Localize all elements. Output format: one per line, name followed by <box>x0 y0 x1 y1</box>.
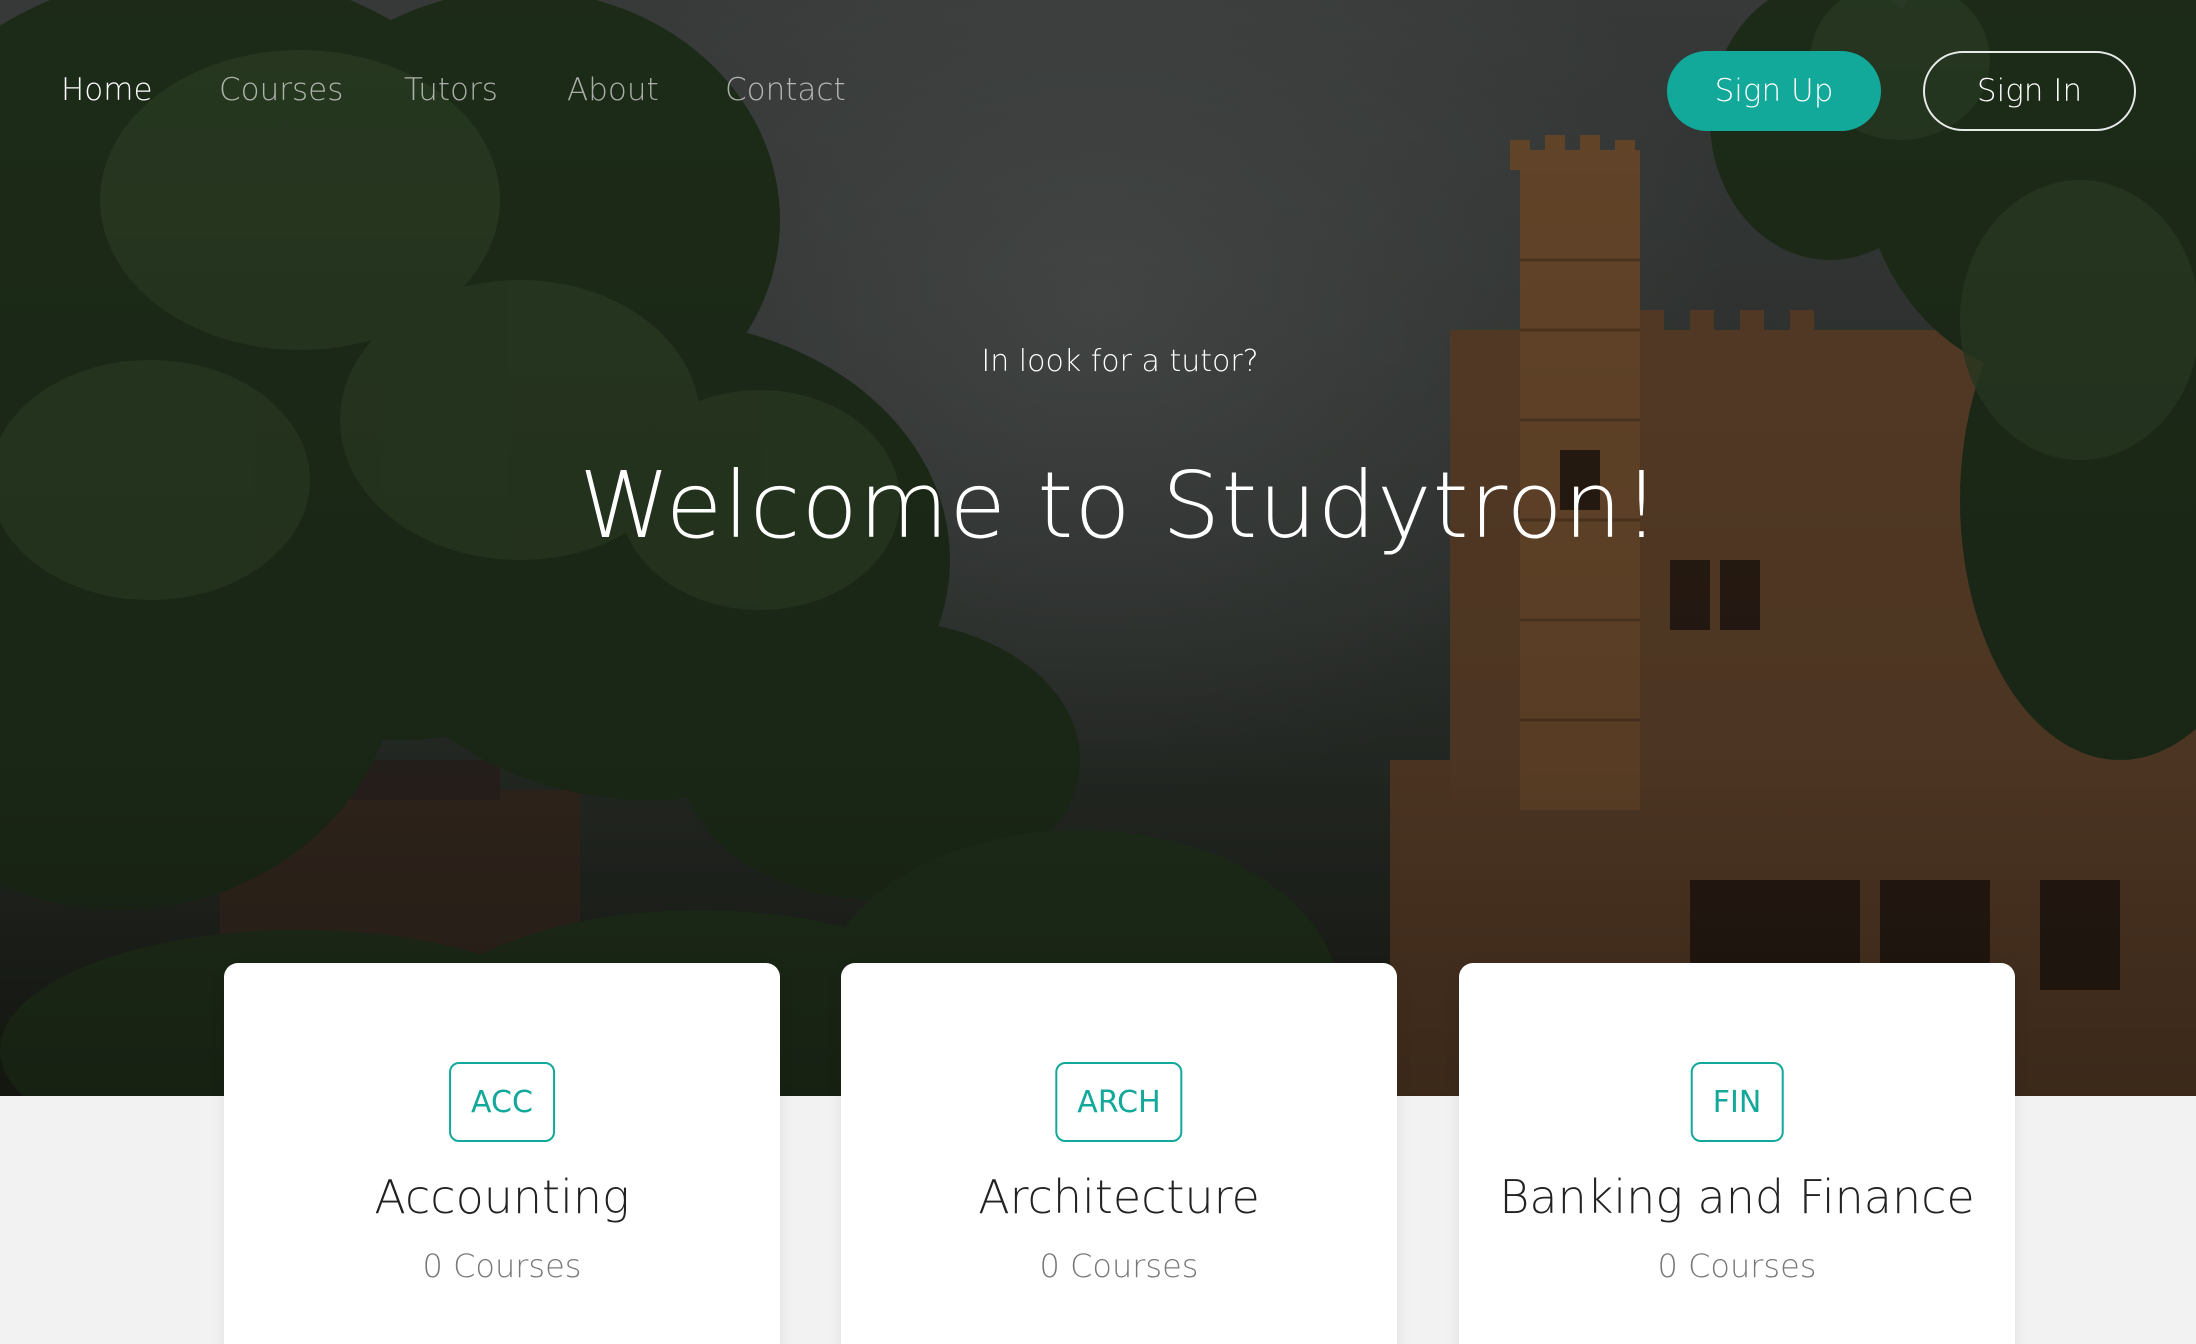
category-card-accounting[interactable]: ACC Accounting 0 Courses <box>224 963 780 1344</box>
category-course-count: 0 Courses <box>422 1247 582 1285</box>
category-title: Accounting <box>374 1170 630 1224</box>
category-code-badge: ACC <box>449 1062 555 1142</box>
top-navigation: Home Courses Tutors About Contact Sign U… <box>0 0 2196 180</box>
page: Home Courses Tutors About Contact Sign U… <box>0 0 2196 1344</box>
category-card-banking-finance[interactable]: FIN Banking and Finance 0 Courses <box>1459 963 2015 1344</box>
category-title: Banking and Finance <box>1499 1170 1975 1224</box>
category-card-architecture[interactable]: ARCH Architecture 0 Courses <box>841 963 1397 1344</box>
sign-up-button[interactable]: Sign Up <box>1667 51 1881 131</box>
nav-link-tutors[interactable]: Tutors <box>404 66 498 114</box>
category-course-count: 0 Courses <box>1657 1247 1817 1285</box>
category-code-badge: FIN <box>1690 1062 1784 1142</box>
category-title: Architecture <box>978 1170 1260 1224</box>
nav-link-contact[interactable]: Contact <box>725 66 846 114</box>
nav-link-about[interactable]: About <box>567 66 659 114</box>
hero-tagline: In look for a tutor? <box>981 344 1259 379</box>
nav-link-home[interactable]: Home <box>61 66 153 114</box>
sign-in-button[interactable]: Sign In <box>1923 51 2136 131</box>
nav-link-courses[interactable]: Courses <box>219 66 343 114</box>
category-code-badge: ARCH <box>1055 1062 1183 1142</box>
hero-headline: Welcome to Studytron! <box>579 452 1661 559</box>
category-course-count: 0 Courses <box>1039 1247 1199 1285</box>
